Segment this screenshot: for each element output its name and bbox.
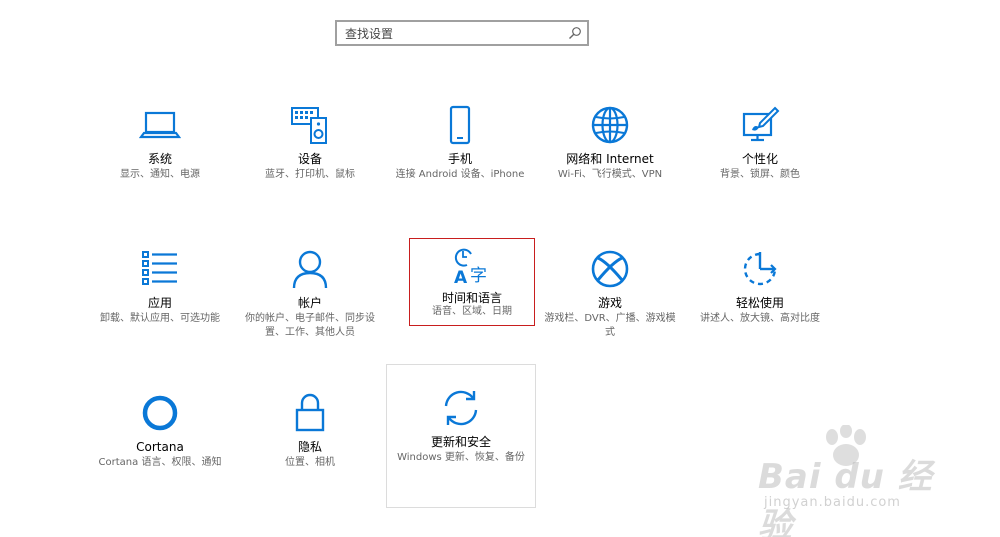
paint-screen-icon <box>742 106 780 142</box>
tile-title: Cortana <box>136 440 184 454</box>
paw-icon <box>826 425 866 466</box>
svg-text:字: 字 <box>470 266 487 286</box>
tile-cortana[interactable]: Cortana Cortana 语言、权限、通知 <box>86 384 234 528</box>
apps-list-icon <box>142 251 177 285</box>
tile-gaming[interactable]: 游戏 游戏栏、DVR、广播、游戏模式 <box>536 240 684 384</box>
baidu-watermark: Bai du 经验 jingyan.baidu.com <box>758 425 958 537</box>
tile-title: 帐户 <box>297 296 322 310</box>
tile-apps[interactable]: 应用 卸载、默认应用、可选功能 <box>86 240 234 384</box>
tile-desc: 连接 Android 设备、iPhone <box>395 169 525 180</box>
settings-page: 查找设置 系统 显示、通知、电源 设备 蓝牙、打印机、鼠标 手机 连接 Andr… <box>0 0 1000 537</box>
tile-desc: Cortana 语言、权限、通知 <box>98 457 222 468</box>
tile-network[interactable]: 网络和 Internet Wi-Fi、飞行模式、VPN <box>536 96 684 240</box>
tile-ease-of-access[interactable]: 轻松使用 讲述人、放大镜、高对比度 <box>686 240 834 384</box>
devices-icon <box>291 107 327 144</box>
search-icon[interactable] <box>568 26 582 40</box>
lock-icon <box>295 393 325 432</box>
tile-title: 应用 <box>147 296 172 310</box>
tile-accounts[interactable]: 帐户 你的帐户、电子邮件、同步设置、工作、其他人员 <box>236 240 384 384</box>
tile-privacy[interactable]: 隐私 位置、相机 <box>236 384 384 528</box>
tile-update-security[interactable]: 更新和安全 Windows 更新、恢复、备份 <box>386 364 536 508</box>
tile-desc: 讲述人、放大镜、高对比度 <box>700 313 820 324</box>
time-language-icon: A 字 <box>454 248 487 287</box>
svg-text:A: A <box>454 268 468 287</box>
xbox-icon <box>591 250 629 288</box>
person-icon <box>292 250 328 289</box>
tile-title: 手机 <box>447 152 472 166</box>
tile-system[interactable]: 系统 显示、通知、电源 <box>86 96 234 240</box>
tile-title: 更新和安全 <box>430 435 491 449</box>
tile-desc: 蓝牙、打印机、鼠标 <box>265 169 355 180</box>
tile-devices[interactable]: 设备 蓝牙、打印机、鼠标 <box>236 96 384 240</box>
tile-desc: 位置、相机 <box>285 457 335 468</box>
tile-personalization[interactable]: 个性化 背景、锁屏、颜色 <box>686 96 834 240</box>
tile-title: 设备 <box>297 152 322 166</box>
tile-title: 轻松使用 <box>735 296 784 310</box>
tile-title: 游戏 <box>597 296 622 310</box>
laptop-icon <box>139 111 181 139</box>
tile-title: 个性化 <box>741 152 778 166</box>
watermark-text: Bai du 经验 <box>758 457 933 537</box>
tile-phone[interactable]: 手机 连接 Android 设备、iPhone <box>386 96 534 240</box>
tile-desc: 你的帐户、电子邮件、同步设置、工作、其他人员 <box>245 313 375 338</box>
tile-desc: Windows 更新、恢复、备份 <box>397 452 525 463</box>
sync-arrows-icon <box>444 390 478 426</box>
tile-desc: 游戏栏、DVR、广播、游戏模式 <box>544 313 676 338</box>
phone-icon <box>449 105 471 145</box>
tile-desc: Wi-Fi、飞行模式、VPN <box>557 169 663 180</box>
tile-title: 系统 <box>147 152 172 166</box>
tile-desc: 卸载、默认应用、可选功能 <box>100 313 220 324</box>
search-input[interactable]: 查找设置 <box>345 25 393 42</box>
globe-icon <box>591 106 629 144</box>
tile-desc: 显示、通知、电源 <box>120 169 200 180</box>
watermark-url: jingyan.baidu.com <box>764 495 901 510</box>
tile-title: 隐私 <box>297 440 322 454</box>
cortana-ring-icon <box>142 395 178 431</box>
tile-title: 时间和语言 <box>441 291 502 305</box>
tile-title: 网络和 Internet <box>566 152 654 166</box>
ease-of-access-icon <box>743 252 777 286</box>
tile-desc: 背景、锁屏、颜色 <box>720 169 800 180</box>
tile-time-language[interactable]: A 字 时间和语言 语音、区域、日期 <box>409 238 535 326</box>
search-box[interactable]: 查找设置 <box>335 20 589 46</box>
tile-desc: 语音、区域、日期 <box>432 306 512 317</box>
